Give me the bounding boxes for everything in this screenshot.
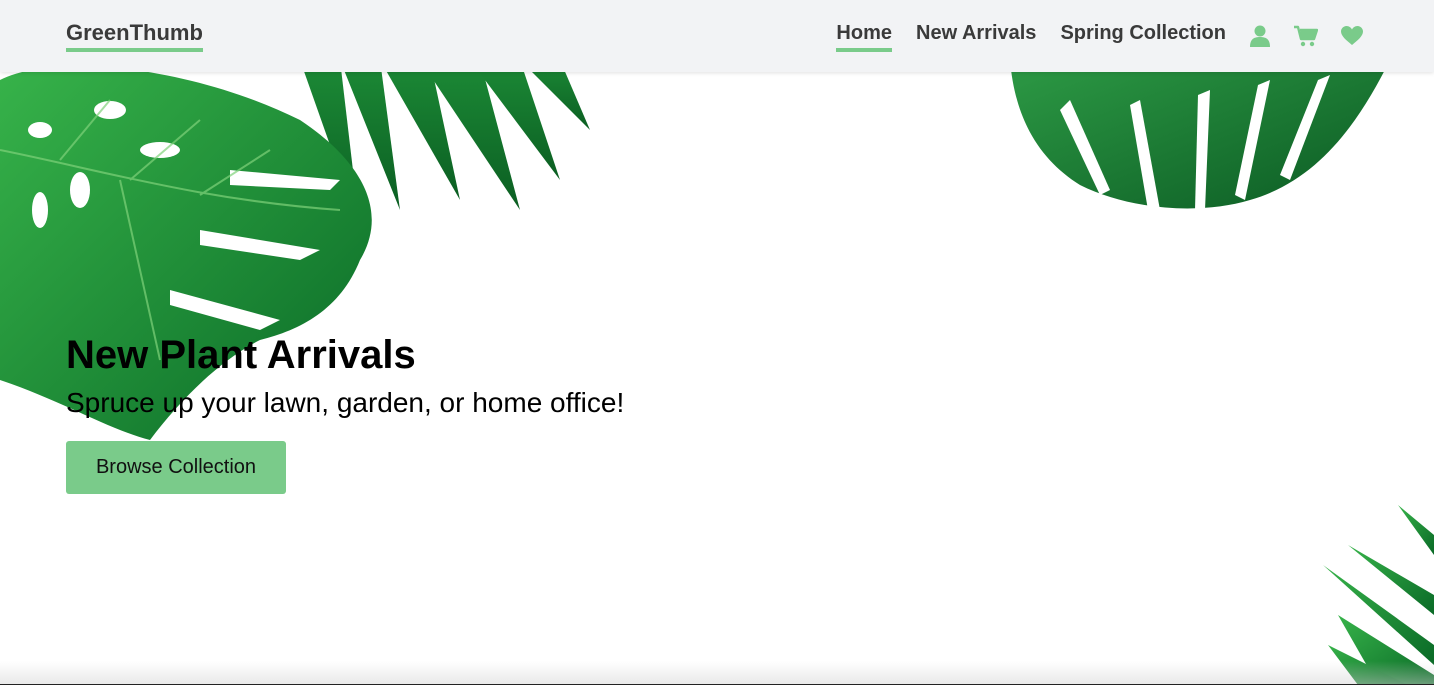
heart-icon[interactable] [1340,24,1364,48]
hero-subtitle: Spruce up your lawn, garden, or home off… [66,387,625,418]
hero-section: New Plant Arrivals Spruce up your lawn, … [66,332,624,494]
browse-collection-button[interactable]: Browse Collection [66,441,286,494]
nav-link-spring-collection[interactable]: Spring Collection [1060,21,1226,52]
bottom-fade [0,661,1434,685]
main-nav: Home New Arrivals Spring Collection [812,0,1364,72]
user-icon[interactable] [1248,24,1272,48]
page: GreenThumb Home New Arrivals Spring Coll… [0,0,1434,685]
site-header: GreenThumb Home New Arrivals Spring Coll… [0,0,1434,72]
nav-link-home[interactable]: Home [836,21,892,52]
monstera-leaf-top-right-image [1010,60,1390,210]
palm-leaf-bottom-right-image [1323,505,1434,685]
nav-link-new-arrivals[interactable]: New Arrivals [916,21,1036,52]
brand-logo[interactable]: GreenThumb [66,20,203,52]
hero-title: New Plant Arrivals [66,333,416,377]
cart-icon[interactable] [1294,24,1318,48]
